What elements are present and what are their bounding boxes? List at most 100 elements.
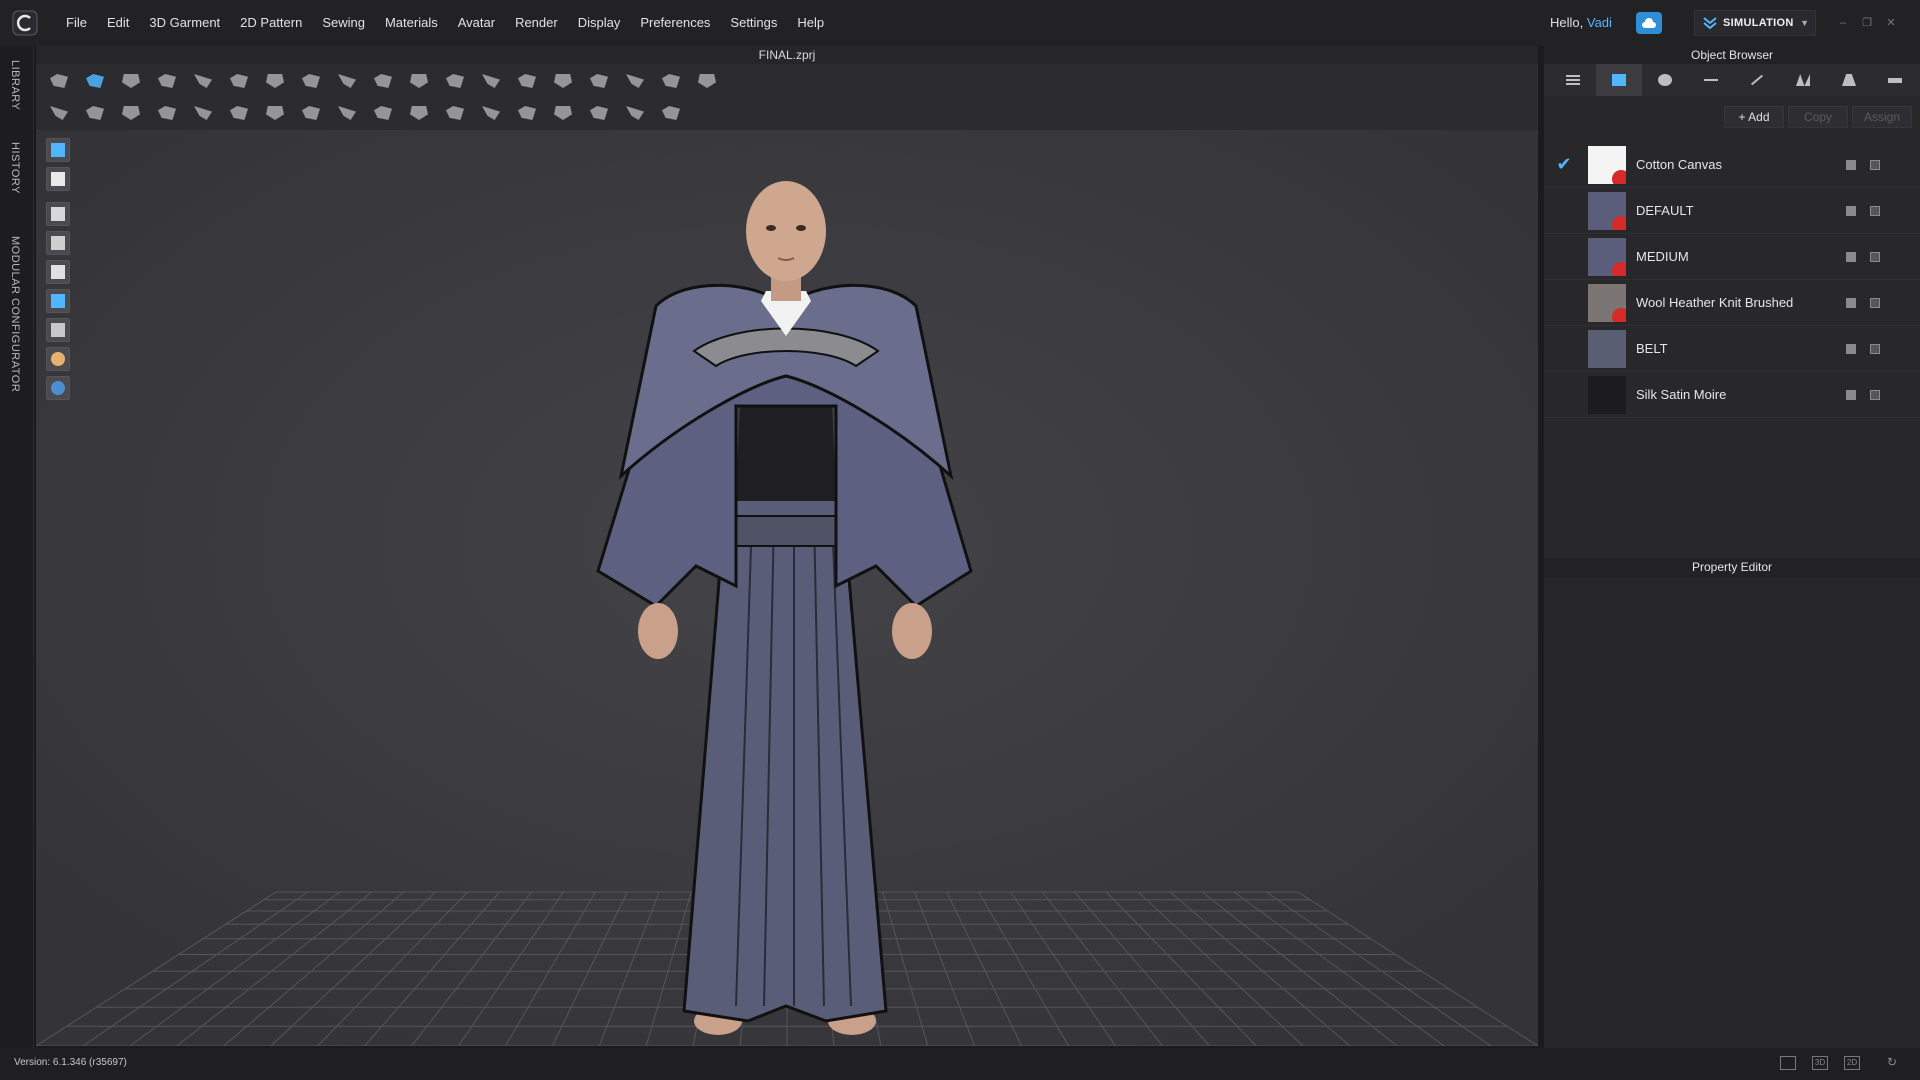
tape-tool-icon[interactable]: [584, 68, 614, 94]
material-delete-icon[interactable]: [1870, 206, 1880, 216]
tab-library[interactable]: LIBRARY: [9, 60, 21, 110]
add-button[interactable]: + Add: [1724, 106, 1784, 128]
minimize-button[interactable]: –: [1836, 17, 1850, 29]
select-move-tool-icon[interactable]: [80, 68, 110, 94]
simulation-tool-icon[interactable]: [44, 68, 74, 94]
add-point-tool-icon[interactable]: [116, 100, 146, 126]
restore-button[interactable]: ❐: [1860, 17, 1874, 29]
edit-point-tool-icon[interactable]: [80, 100, 110, 126]
copy-button[interactable]: Copy: [1788, 106, 1848, 128]
menu-display[interactable]: Display: [568, 0, 631, 46]
measure-tool-icon[interactable]: [548, 68, 578, 94]
cloud-button[interactable]: [1636, 12, 1662, 34]
shirt-icon[interactable]: [46, 202, 70, 226]
pen-tool-icon[interactable]: [620, 68, 650, 94]
tack-tool-icon[interactable]: [476, 68, 506, 94]
avatar-tool-icon[interactable]: [692, 68, 722, 94]
avatar-display-icon[interactable]: [46, 231, 70, 255]
fabric-icon[interactable]: [1596, 64, 1642, 96]
avatar-figure[interactable]: [36, 46, 1538, 1046]
material-row[interactable]: BELT: [1544, 326, 1920, 372]
material-delete-icon[interactable]: [1870, 160, 1880, 170]
menu-avatar[interactable]: Avatar: [448, 0, 505, 46]
avatar-icon[interactable]: [46, 260, 70, 284]
material-delete-icon[interactable]: [1870, 252, 1880, 262]
menu-2d-pattern[interactable]: 2D Pattern: [230, 0, 312, 46]
merge-tool-icon[interactable]: [224, 100, 254, 126]
delete-point-tool-icon[interactable]: [152, 100, 182, 126]
edit-curvature-tool-icon[interactable]: [224, 68, 254, 94]
view-mode-icon[interactable]: [46, 138, 70, 162]
assign-button[interactable]: Assign: [1852, 106, 1912, 128]
fold-tool-icon[interactable]: [260, 100, 290, 126]
distribute-tool-icon[interactable]: [656, 100, 686, 126]
internal-line-tool-icon[interactable]: [332, 68, 362, 94]
ruler-icon[interactable]: [1872, 64, 1918, 96]
free-sewing-tool-icon[interactable]: [440, 68, 470, 94]
layout-2d-icon[interactable]: 2D: [1844, 1056, 1860, 1070]
topstitch-tool-icon[interactable]: [512, 100, 542, 126]
refresh-icon[interactable]: ↻: [1884, 1056, 1900, 1070]
pleat-tool-icon[interactable]: [332, 100, 362, 126]
material-delete-icon[interactable]: [1870, 344, 1880, 354]
buttonhole-tool-icon[interactable]: [404, 100, 434, 126]
menu-materials[interactable]: Materials: [375, 0, 448, 46]
fill-tool-icon[interactable]: [620, 100, 650, 126]
cut-sew-tool-icon[interactable]: [368, 68, 398, 94]
polygon-tool-icon[interactable]: [296, 68, 326, 94]
trim-tool-icon[interactable]: [476, 100, 506, 126]
select-mesh-tool-icon[interactable]: [116, 68, 146, 94]
material-edit-icon[interactable]: [1846, 344, 1856, 354]
pen-icon[interactable]: [1734, 64, 1780, 96]
environment-globe-icon[interactable]: [46, 376, 70, 400]
fold-arrangement-tool-icon[interactable]: [152, 68, 182, 94]
3d-viewport[interactable]: FINAL.zprj: [36, 46, 1538, 1046]
avatar-icon[interactable]: [1826, 64, 1872, 96]
close-button[interactable]: ✕: [1884, 17, 1898, 29]
transform-pattern-tool-icon[interactable]: [188, 68, 218, 94]
menu-file[interactable]: File: [56, 0, 97, 46]
material-edit-icon[interactable]: [1846, 252, 1856, 262]
material-edit-icon[interactable]: [1846, 206, 1856, 216]
material-row[interactable]: Wool Heather Knit Brushed: [1544, 280, 1920, 326]
material-delete-icon[interactable]: [1870, 298, 1880, 308]
layout-3d-icon[interactable]: 3D: [1812, 1056, 1828, 1070]
clo-logo-icon[interactable]: [8, 6, 42, 40]
line-icon[interactable]: [1688, 64, 1734, 96]
button-tool-icon[interactable]: [368, 100, 398, 126]
material-edit-icon[interactable]: [1846, 160, 1856, 170]
menu-help[interactable]: Help: [787, 0, 834, 46]
material-delete-icon[interactable]: [1870, 390, 1880, 400]
pose-tool-icon[interactable]: [44, 100, 74, 126]
shirring-tool-icon[interactable]: [296, 100, 326, 126]
sewing-tool-icon[interactable]: [404, 68, 434, 94]
segment-tool-icon[interactable]: [188, 100, 218, 126]
username[interactable]: Vadi: [1587, 15, 1612, 30]
menu-settings[interactable]: Settings: [720, 0, 787, 46]
material-row[interactable]: Silk Satin Moire: [1544, 372, 1920, 418]
surface-icon[interactable]: [46, 318, 70, 342]
skin-icon[interactable]: [46, 347, 70, 371]
pattern-icon[interactable]: [1780, 64, 1826, 96]
menu-sewing[interactable]: Sewing: [312, 0, 375, 46]
menu-edit[interactable]: Edit: [97, 0, 139, 46]
pin-tool-icon[interactable]: [512, 68, 542, 94]
fabric-display-icon[interactable]: [46, 289, 70, 313]
button-icon[interactable]: [1642, 64, 1688, 96]
graphic-tool-icon[interactable]: [584, 100, 614, 126]
material-row[interactable]: MEDIUM: [1544, 234, 1920, 280]
material-row[interactable]: ✔ Cotton Canvas: [1544, 142, 1920, 188]
garment-display-icon[interactable]: [46, 167, 70, 191]
material-edit-icon[interactable]: [1846, 390, 1856, 400]
zipper-tool-icon[interactable]: [440, 100, 470, 126]
material-row[interactable]: DEFAULT: [1544, 188, 1920, 234]
tab-history[interactable]: HISTORY: [9, 142, 21, 194]
menu-render[interactable]: Render: [505, 0, 568, 46]
list-icon[interactable]: [1550, 64, 1596, 96]
texture-tool-icon[interactable]: [548, 100, 578, 126]
menu-3d-garment[interactable]: 3D Garment: [139, 0, 230, 46]
edit-pattern-tool-icon[interactable]: [260, 68, 290, 94]
tab-modular-configurator[interactable]: MODULAR CONFIGURATOR: [9, 236, 21, 392]
menu-preferences[interactable]: Preferences: [630, 0, 720, 46]
mode-dropdown-icon[interactable]: ▼: [1800, 18, 1809, 28]
